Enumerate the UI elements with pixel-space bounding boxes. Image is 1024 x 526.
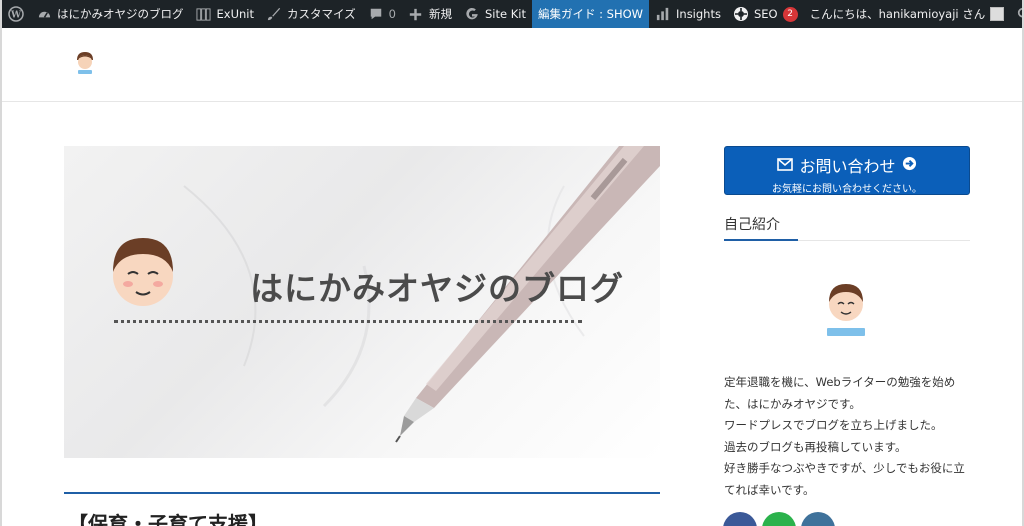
hero-dotted-underline — [114, 320, 582, 323]
profile-line: た、はにかみオヤジです。 — [724, 396, 861, 411]
instagram-link[interactable] — [801, 512, 835, 526]
wordpress-logo-button[interactable]: W — [2, 0, 30, 28]
wordpress-logo-icon: W — [8, 6, 24, 22]
search-button[interactable] — [1010, 0, 1022, 28]
insights-menu[interactable]: Insights — [649, 0, 727, 28]
google-g-icon — [464, 6, 480, 22]
seo-gear-icon — [733, 6, 749, 22]
profile-avatar — [824, 280, 868, 340]
admin-bar: W はにかみオヤジのブログ ExUnit カスタマイズ 0 新規 Site Ki… — [2, 0, 1022, 28]
contact-subtext: お気軽にお問い合わせください。 — [772, 184, 922, 195]
new-label: 新規 — [428, 7, 452, 21]
search-icon — [1016, 6, 1022, 22]
envelope-icon — [777, 156, 794, 175]
hero-title: はにかみオヤジのブログ — [250, 269, 624, 308]
profile-description: 定年退職を機に、Webライターの勉強を始め た、はにかみオヤジです。 ワードプレ… — [724, 372, 972, 501]
mascot-face-image — [108, 234, 178, 312]
facebook-link[interactable] — [723, 512, 757, 526]
site-name-label: はにかみオヤジのブログ — [57, 7, 184, 21]
insights-label: Insights — [676, 7, 721, 21]
comments-count: 0 — [388, 7, 396, 21]
new-content-menu[interactable]: 新規 — [402, 0, 458, 28]
comments-menu[interactable]: 0 — [362, 0, 402, 28]
seo-notification-badge: 2 — [782, 6, 798, 22]
browser-frame: W はにかみオヤジのブログ ExUnit カスタマイズ 0 新規 Site Ki… — [0, 0, 1024, 526]
site-header — [2, 28, 1022, 102]
exunit-icon — [196, 6, 212, 22]
my-account-menu[interactable]: こんにちは、hanikamioyaji さん — [804, 0, 1011, 28]
plus-icon — [408, 6, 424, 22]
profile-line: 好き勝手なつぶやきですが、少しでもお役に立 — [724, 461, 965, 475]
profile-line: 過去のブログも再投稿しています。 — [724, 439, 907, 454]
paintbrush-icon — [266, 6, 282, 22]
contact-label: お問い合わせ — [799, 157, 896, 176]
site-name-menu[interactable]: はにかみオヤジのブログ — [30, 0, 190, 28]
profile-heading: 自己紹介 — [724, 217, 780, 233]
exunit-label: ExUnit — [216, 7, 254, 21]
hero-image: はにかみオヤジのブログ — [64, 146, 660, 458]
exunit-menu[interactable]: ExUnit — [190, 0, 260, 28]
customize-label: カスタマイズ — [286, 7, 356, 21]
edit-guide-label: 編集ガイド : SHOW — [537, 7, 644, 21]
dashboard-gauge-icon — [36, 6, 52, 22]
article-title-rule — [64, 492, 660, 494]
profile-line: てれば幸いです。 — [724, 482, 815, 497]
user-avatar — [990, 7, 1005, 21]
bar-chart-icon — [655, 6, 671, 22]
profile-line: ワードプレスでブログを立ち上げました。 — [724, 418, 943, 432]
profile-heading-accent — [724, 239, 798, 241]
site-kit-menu[interactable]: Site Kit — [458, 0, 532, 28]
profile-line: 定年退職を機に、Webライターの勉強を始め — [724, 375, 956, 389]
article-title[interactable]: 【保育・子育て支援】 — [68, 508, 268, 526]
greeting-text: こんにちは、hanikamioyaji さん — [809, 7, 986, 21]
comment-bubble-icon — [368, 6, 384, 22]
site-logo[interactable] — [74, 50, 96, 76]
svg-text:W: W — [10, 11, 22, 21]
site-kit-label: Site Kit — [484, 7, 526, 21]
customize-menu[interactable]: カスタマイズ — [260, 0, 362, 28]
seo-label: SEO — [753, 7, 778, 21]
seo-menu[interactable]: SEO 2 — [727, 0, 804, 28]
edit-guide-toggle[interactable]: 編集ガイド : SHOW — [531, 0, 650, 28]
arrow-circle-right-icon — [902, 156, 917, 175]
feedly-link[interactable] — [762, 512, 796, 526]
contact-button[interactable]: お問い合わせ お気軽にお問い合わせください。 — [724, 146, 970, 195]
